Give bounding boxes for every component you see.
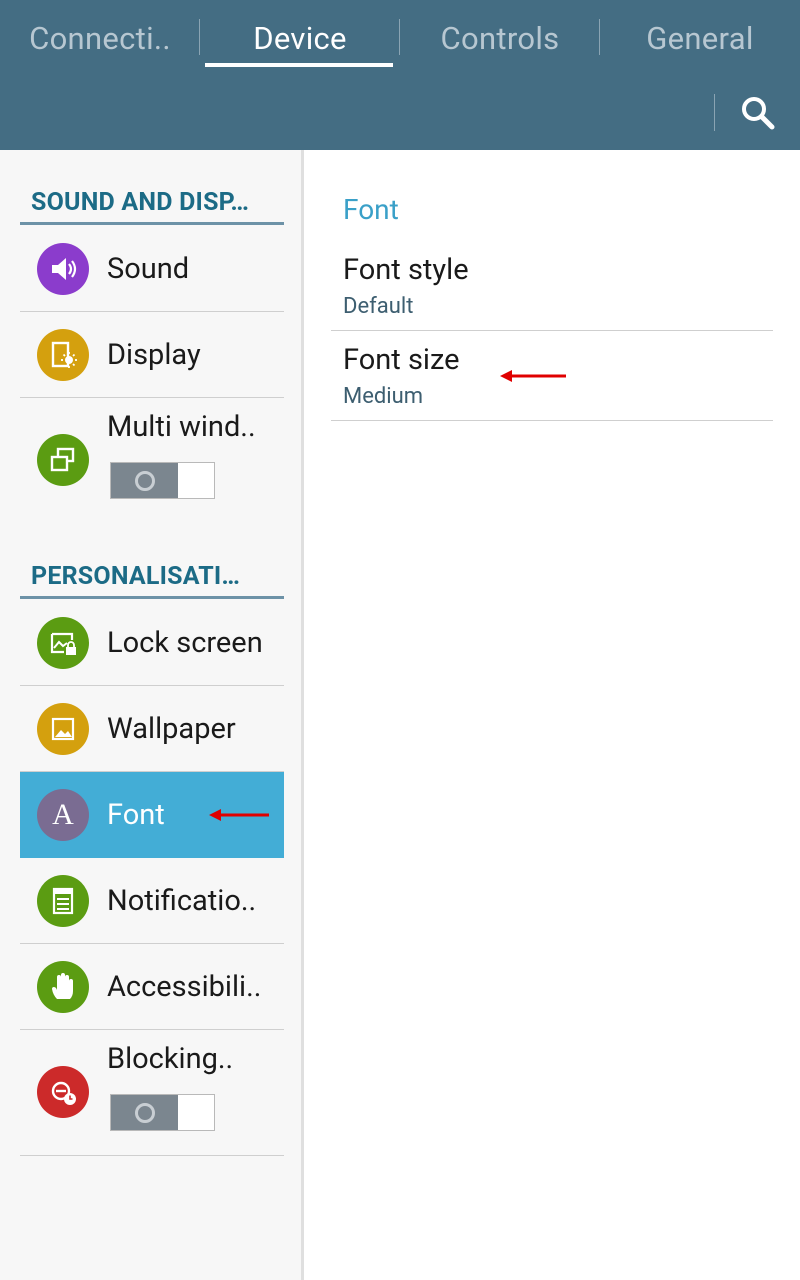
sidebar-item-label: Multi wind.. (107, 410, 256, 444)
search-button[interactable] (735, 92, 781, 134)
annotation-arrow (209, 809, 269, 821)
sidebar-item-sound[interactable]: Sound (20, 226, 284, 312)
sidebar-item-label: Sound (107, 252, 190, 286)
panel-divider (301, 150, 304, 1280)
notification-icon (37, 875, 89, 927)
blocking-toggle[interactable] (110, 1094, 215, 1131)
blocking-icon (37, 1066, 89, 1118)
detail-title: Font (343, 193, 399, 226)
tab-connections[interactable]: Connecti.. (0, 0, 200, 76)
sidebar-item-label: Font (107, 798, 165, 832)
search-icon (742, 97, 775, 130)
display-icon (37, 329, 89, 381)
section-header-sound-display: SOUND AND DISP… (20, 185, 284, 225)
multi-window-icon (37, 434, 89, 486)
sidebar-item-accessibility[interactable]: Accessibili.. (20, 944, 284, 1030)
annotation-arrow (500, 370, 566, 382)
font-style-setting[interactable]: Font style Default (331, 241, 773, 331)
sidebar-item-label: Display (107, 338, 201, 372)
sidebar-item-label: Wallpaper (107, 712, 236, 746)
sidebar-item-multi-window[interactable]: Multi wind.. (20, 398, 284, 528)
sidebar-item-lock-screen[interactable]: Lock screen (20, 600, 284, 686)
tab-controls[interactable]: Controls (400, 0, 600, 76)
wallpaper-icon (37, 703, 89, 755)
toggle-knob (111, 463, 178, 498)
sidebar-item-notification[interactable]: Notificatio.. (20, 858, 284, 944)
search-separator (714, 94, 715, 131)
active-tab-indicator (205, 63, 393, 67)
font-icon: A (37, 789, 89, 841)
sidebar-item-font[interactable]: A Font (20, 772, 284, 858)
sidebar-item-label: Blocking.. (107, 1042, 234, 1076)
lock-screen-icon (37, 617, 89, 669)
speaker-icon (37, 243, 89, 295)
sidebar-item-display[interactable]: Display (20, 312, 284, 398)
setting-value: Default (343, 294, 414, 319)
multi-window-toggle[interactable] (110, 462, 215, 499)
tab-general[interactable]: General (600, 0, 800, 76)
setting-title: Font style (343, 253, 469, 287)
hand-icon (37, 961, 89, 1013)
font-size-setting[interactable]: Font size Medium (331, 331, 773, 421)
toggle-knob (111, 1095, 178, 1130)
setting-value: Medium (343, 384, 424, 409)
sidebar-item-label: Notificatio.. (107, 884, 257, 918)
sidebar-item-blocking[interactable]: Blocking.. (20, 1030, 284, 1156)
top-tab-bar: Connecti.. Device Controls General (0, 0, 800, 150)
sidebar-item-label: Lock screen (107, 626, 263, 660)
section-header-personalisation: PERSONALISATI… (20, 559, 284, 599)
sidebar-item-label: Accessibili.. (107, 970, 262, 1004)
sidebar-item-wallpaper[interactable]: Wallpaper (20, 686, 284, 772)
setting-title: Font size (343, 343, 460, 377)
